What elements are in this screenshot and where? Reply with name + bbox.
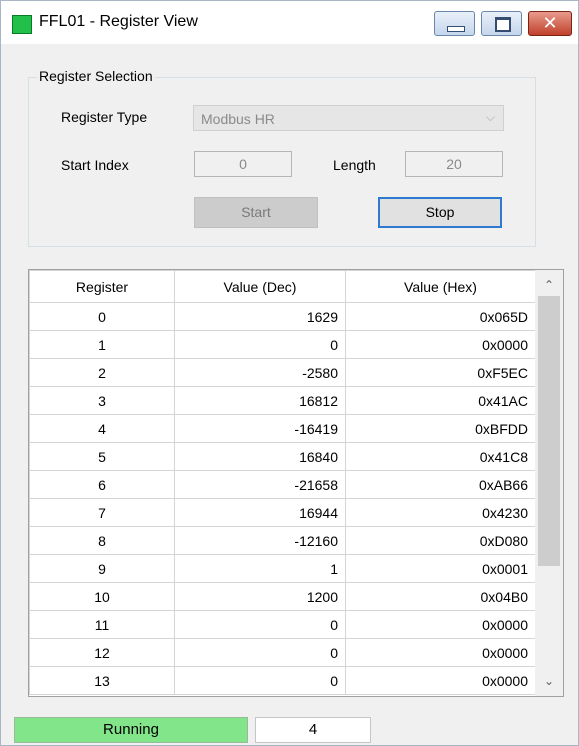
register-selection-label: Register Selection bbox=[37, 68, 155, 84]
register-cell: 9 bbox=[29, 554, 175, 583]
register-cell: 1 bbox=[29, 330, 175, 359]
register-cell: 7 bbox=[29, 498, 175, 527]
table-row[interactable]: 0 1629 0x065D bbox=[29, 302, 536, 331]
value-dec-cell: -2580 bbox=[174, 358, 346, 387]
register-cell: 2 bbox=[29, 358, 175, 387]
table-header-row: Register Value (Dec) Value (Hex) bbox=[29, 270, 536, 303]
value-dec-cell: -21658 bbox=[174, 470, 346, 499]
value-dec-cell: -16419 bbox=[174, 414, 346, 443]
register-type-dropdown[interactable]: Modbus HR ⌵ bbox=[193, 105, 504, 131]
start-index-field[interactable]: 0 bbox=[194, 151, 292, 177]
value-dec-cell: 16944 bbox=[174, 498, 346, 527]
table-row[interactable]: 12 0 0x0000 bbox=[29, 638, 536, 667]
value-dec-cell: 0 bbox=[174, 666, 346, 695]
value-hex-cell: 0x41C8 bbox=[345, 442, 536, 471]
table-row[interactable]: 6 -21658 0xAB66 bbox=[29, 470, 536, 499]
table-row[interactable]: 11 0 0x0000 bbox=[29, 610, 536, 639]
start-index-label: Start Index bbox=[61, 157, 129, 173]
value-hex-cell: 0x0000 bbox=[345, 638, 536, 667]
register-cell: 4 bbox=[29, 414, 175, 443]
register-cell: 6 bbox=[29, 470, 175, 499]
value-dec-cell: 0 bbox=[174, 330, 346, 359]
table-row[interactable]: 10 1200 0x04B0 bbox=[29, 582, 536, 611]
table-row[interactable]: 3 16812 0x41AC bbox=[29, 386, 536, 415]
value-hex-cell: 0xBFDD bbox=[345, 414, 536, 443]
window-title: FFL01 - Register View bbox=[39, 13, 198, 30]
register-cell: 12 bbox=[29, 638, 175, 667]
table-row[interactable]: 1 0 0x0000 bbox=[29, 330, 536, 359]
vertical-scrollbar[interactable]: ⌃ ⌄ bbox=[535, 270, 563, 696]
value-dec-cell: 0 bbox=[174, 610, 346, 639]
register-cell: 3 bbox=[29, 386, 175, 415]
table-row[interactable]: 4 -16419 0xBFDD bbox=[29, 414, 536, 443]
value-dec-cell: 16840 bbox=[174, 442, 346, 471]
value-dec-cell: 1629 bbox=[174, 302, 346, 331]
value-hex-cell: 0x0001 bbox=[345, 554, 536, 583]
value-hex-cell: 0x4230 bbox=[345, 498, 536, 527]
status-bar: Running 4 bbox=[1, 713, 578, 745]
register-cell: 8 bbox=[29, 526, 175, 555]
table-row[interactable]: 5 16840 0x41C8 bbox=[29, 442, 536, 471]
scroll-down-icon[interactable]: ⌄ bbox=[535, 670, 563, 692]
chevron-down-icon: ⌵ bbox=[485, 110, 495, 124]
value-dec-cell: 0 bbox=[174, 638, 346, 667]
maximize-icon bbox=[495, 17, 511, 32]
value-hex-cell: 0x0000 bbox=[345, 330, 536, 359]
close-icon: ✕ bbox=[542, 13, 558, 34]
table-row[interactable]: 13 0 0x0000 bbox=[29, 666, 536, 695]
value-dec-cell: 1200 bbox=[174, 582, 346, 611]
close-button[interactable]: ✕ bbox=[528, 11, 572, 36]
column-header-value-hex[interactable]: Value (Hex) bbox=[345, 270, 536, 303]
register-type-label: Register Type bbox=[61, 109, 148, 125]
table-row[interactable]: 7 16944 0x4230 bbox=[29, 498, 536, 527]
value-hex-cell: 0xD080 bbox=[345, 526, 536, 555]
scroll-thumb[interactable] bbox=[538, 296, 560, 566]
register-table[interactable]: Register Value (Dec) Value (Hex) 0 1629 0x… bbox=[28, 269, 564, 697]
register-view-window: FFL01 - Register View ✕ Register Selecti… bbox=[0, 0, 579, 746]
value-dec-cell: 1 bbox=[174, 554, 346, 583]
value-dec-cell: 16812 bbox=[174, 386, 346, 415]
title-bar[interactable]: FFL01 - Register View ✕ bbox=[1, 1, 578, 44]
table-row[interactable]: 9 1 0x0001 bbox=[29, 554, 536, 583]
stop-button[interactable]: Stop bbox=[378, 197, 502, 228]
register-cell: 11 bbox=[29, 610, 175, 639]
status-count: 4 bbox=[255, 717, 371, 743]
start-button[interactable]: Start bbox=[194, 197, 318, 228]
scroll-up-icon[interactable]: ⌃ bbox=[535, 274, 563, 296]
register-type-value: Modbus HR bbox=[201, 111, 275, 127]
column-header-register[interactable]: Register bbox=[29, 270, 175, 303]
minimize-button[interactable] bbox=[434, 11, 475, 36]
column-header-value-dec[interactable]: Value (Dec) bbox=[174, 270, 346, 303]
value-hex-cell: 0x065D bbox=[345, 302, 536, 331]
value-hex-cell: 0x0000 bbox=[345, 666, 536, 695]
register-cell: 10 bbox=[29, 582, 175, 611]
length-label: Length bbox=[333, 157, 376, 173]
status-running-indicator: Running bbox=[14, 717, 248, 743]
minimize-icon bbox=[447, 26, 465, 32]
length-field[interactable]: 20 bbox=[405, 151, 503, 177]
table-row[interactable]: 8 -12160 0xD080 bbox=[29, 526, 536, 555]
value-hex-cell: 0xAB66 bbox=[345, 470, 536, 499]
register-cell: 5 bbox=[29, 442, 175, 471]
value-hex-cell: 0x04B0 bbox=[345, 582, 536, 611]
app-icon bbox=[12, 15, 32, 34]
register-cell: 0 bbox=[29, 302, 175, 331]
value-hex-cell: 0xF5EC bbox=[345, 358, 536, 387]
value-dec-cell: -12160 bbox=[174, 526, 346, 555]
register-cell: 13 bbox=[29, 666, 175, 695]
value-hex-cell: 0x41AC bbox=[345, 386, 536, 415]
table-row[interactable]: 2 -2580 0xF5EC bbox=[29, 358, 536, 387]
value-hex-cell: 0x0000 bbox=[345, 610, 536, 639]
maximize-button[interactable] bbox=[481, 11, 522, 36]
